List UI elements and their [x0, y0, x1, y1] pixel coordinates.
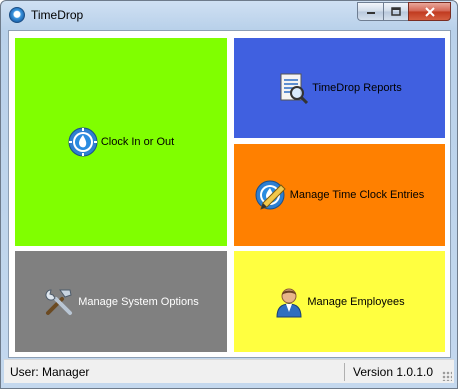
clock-pencil-icon: [255, 180, 286, 210]
report-magnifier-icon: [280, 73, 309, 104]
timedrop-reports-tile[interactable]: TimeDrop Reports: [234, 38, 445, 138]
current-user-status: User: Manager: [10, 364, 90, 379]
version-status: Version 1.0.1.0: [353, 364, 434, 379]
status-bar: User: Manager Version 1.0.1.0: [4, 359, 454, 383]
manage-system-options-label: Manage System Options: [78, 295, 199, 308]
resize-grip[interactable]: [442, 371, 452, 381]
window-title: TimeDrop: [31, 8, 84, 22]
timedrop-clock-icon: [68, 127, 98, 157]
employee-icon: [276, 288, 302, 317]
title-bar[interactable]: TimeDrop: [1, 1, 457, 29]
clock-in-out-label: Clock In or Out: [100, 136, 175, 148]
window-controls: [357, 2, 451, 21]
app-window: TimeDrop Clock In or Out TimeDrop Report…: [0, 0, 458, 389]
timedrop-reports-label: TimeDrop Reports: [312, 82, 402, 94]
minimize-icon: [366, 11, 375, 14]
manage-time-clock-entries-label: Manage Time Clock Entries: [289, 189, 425, 201]
manage-employees-tile[interactable]: Manage Employees: [234, 251, 445, 352]
manage-employees-label: Manage Employees: [307, 295, 405, 308]
minimize-button[interactable]: [357, 2, 383, 21]
tile-panel: Clock In or Out TimeDrop Reports Manage …: [8, 30, 451, 358]
close-icon: [424, 6, 435, 17]
clock-in-out-tile[interactable]: Clock In or Out: [15, 38, 227, 246]
close-button[interactable]: [408, 2, 451, 21]
tools-icon: [45, 288, 73, 315]
maximize-button[interactable]: [383, 2, 408, 21]
manage-time-clock-entries-tile[interactable]: Manage Time Clock Entries: [234, 144, 445, 246]
manage-system-options-tile[interactable]: Manage System Options: [15, 251, 227, 352]
maximize-icon: [391, 7, 401, 16]
timedrop-app-icon: [9, 7, 25, 23]
